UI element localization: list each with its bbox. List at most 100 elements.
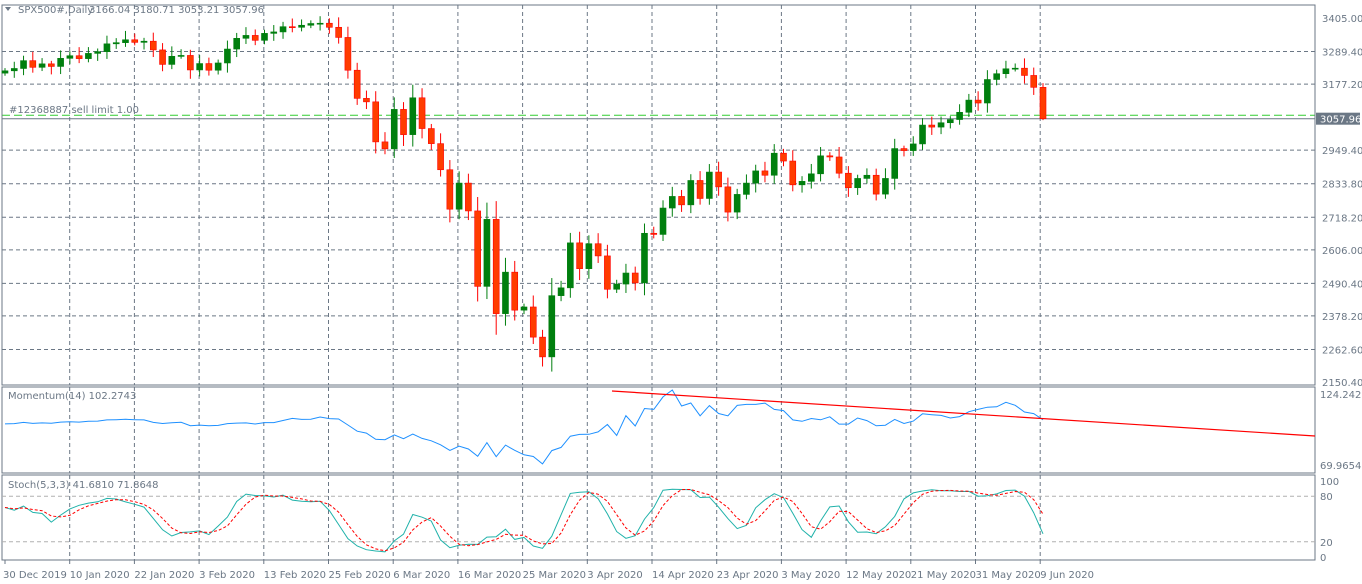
candle[interactable] [974,91,982,111]
candle[interactable] [947,116,954,129]
candle[interactable] [993,69,1000,86]
candle[interactable] [455,171,463,220]
candle[interactable] [668,186,676,217]
candle[interactable] [465,173,472,221]
candle[interactable] [604,244,611,299]
candle[interactable] [298,19,305,32]
trading-chart[interactable]: 30 Dec 2019 10 Jan 2020 22 Jan 2020 3 Feb 2… [0,0,1362,584]
candle[interactable] [641,223,648,296]
candle[interactable] [29,51,37,73]
candle[interactable] [594,233,602,263]
candle[interactable] [576,231,583,281]
candle[interactable] [872,168,880,201]
candle[interactable] [400,102,407,146]
candle[interactable] [492,201,500,335]
candle[interactable] [140,37,148,50]
candle[interactable] [631,266,639,291]
candle[interactable] [900,145,908,157]
candle[interactable] [928,116,936,135]
candle[interactable] [761,161,769,183]
candle[interactable] [131,33,139,46]
candle[interactable] [344,26,352,79]
candle[interactable] [159,43,166,72]
candle[interactable] [743,174,750,200]
candle[interactable] [511,260,519,321]
candle[interactable] [567,232,574,298]
candle[interactable] [381,132,389,155]
candles[interactable] [1,16,1047,372]
candle[interactable] [316,16,324,31]
candle[interactable] [687,174,695,214]
momentum-line[interactable] [4,389,1044,465]
candle[interactable] [57,50,64,75]
candle[interactable] [585,235,593,279]
candle[interactable] [798,176,806,193]
candle[interactable] [1,68,9,76]
candle[interactable] [168,46,176,70]
candle[interactable] [706,164,713,205]
candle[interactable] [326,18,333,34]
candle[interactable] [372,91,380,154]
candle[interactable] [808,163,815,189]
candle[interactable] [789,150,797,192]
candle[interactable] [187,49,194,79]
candle[interactable] [1039,83,1047,121]
candle[interactable] [242,27,250,44]
candle[interactable] [437,133,444,177]
candle[interactable] [251,29,259,46]
candle[interactable] [85,47,92,63]
candle[interactable] [835,146,843,179]
candle[interactable] [965,93,973,118]
candle[interactable] [863,168,871,184]
candle[interactable] [1030,67,1038,95]
candle[interactable] [353,62,361,105]
candle[interactable] [678,189,685,212]
candle[interactable] [613,279,620,293]
candle[interactable] [418,88,426,139]
candle[interactable] [529,295,537,344]
candle[interactable] [10,61,18,78]
candle[interactable] [196,55,203,77]
candle[interactable] [75,47,83,64]
candle[interactable] [224,40,231,73]
momentum-indicator[interactable] [4,389,1316,465]
candle[interactable] [48,60,55,75]
trendline[interactable] [611,390,1316,437]
candle[interactable] [289,18,296,33]
candle[interactable] [548,278,556,372]
candle[interactable] [66,51,74,64]
candle[interactable] [483,202,491,300]
candle[interactable] [984,70,991,113]
candle[interactable] [409,84,417,147]
candle[interactable] [780,148,787,167]
candle[interactable] [279,21,287,39]
dropdown-triangle-icon[interactable] [5,7,11,11]
candle[interactable] [428,123,435,150]
candle[interactable] [1011,63,1019,72]
candle[interactable] [733,188,741,220]
candle[interactable] [919,118,926,150]
candle[interactable] [882,168,889,199]
candle[interactable] [956,104,963,125]
candle[interactable] [659,200,667,242]
candle[interactable] [103,35,111,59]
candle[interactable] [622,263,630,293]
candle[interactable] [520,303,528,315]
candle[interactable] [335,17,342,44]
candle[interactable] [539,329,546,367]
candle[interactable] [363,90,370,110]
candle[interactable] [845,166,852,197]
candle[interactable] [149,32,157,58]
candle[interactable] [20,55,27,76]
candle[interactable] [307,20,315,29]
candle[interactable] [1021,58,1028,84]
candle[interactable] [891,138,899,190]
stoch-main-line[interactable] [4,488,1044,553]
candle[interactable] [854,174,861,195]
candle[interactable] [177,49,185,59]
candle[interactable] [38,58,46,72]
candle[interactable] [270,25,278,41]
candle[interactable] [205,57,213,76]
candle[interactable] [817,147,824,182]
candle[interactable] [122,30,129,47]
